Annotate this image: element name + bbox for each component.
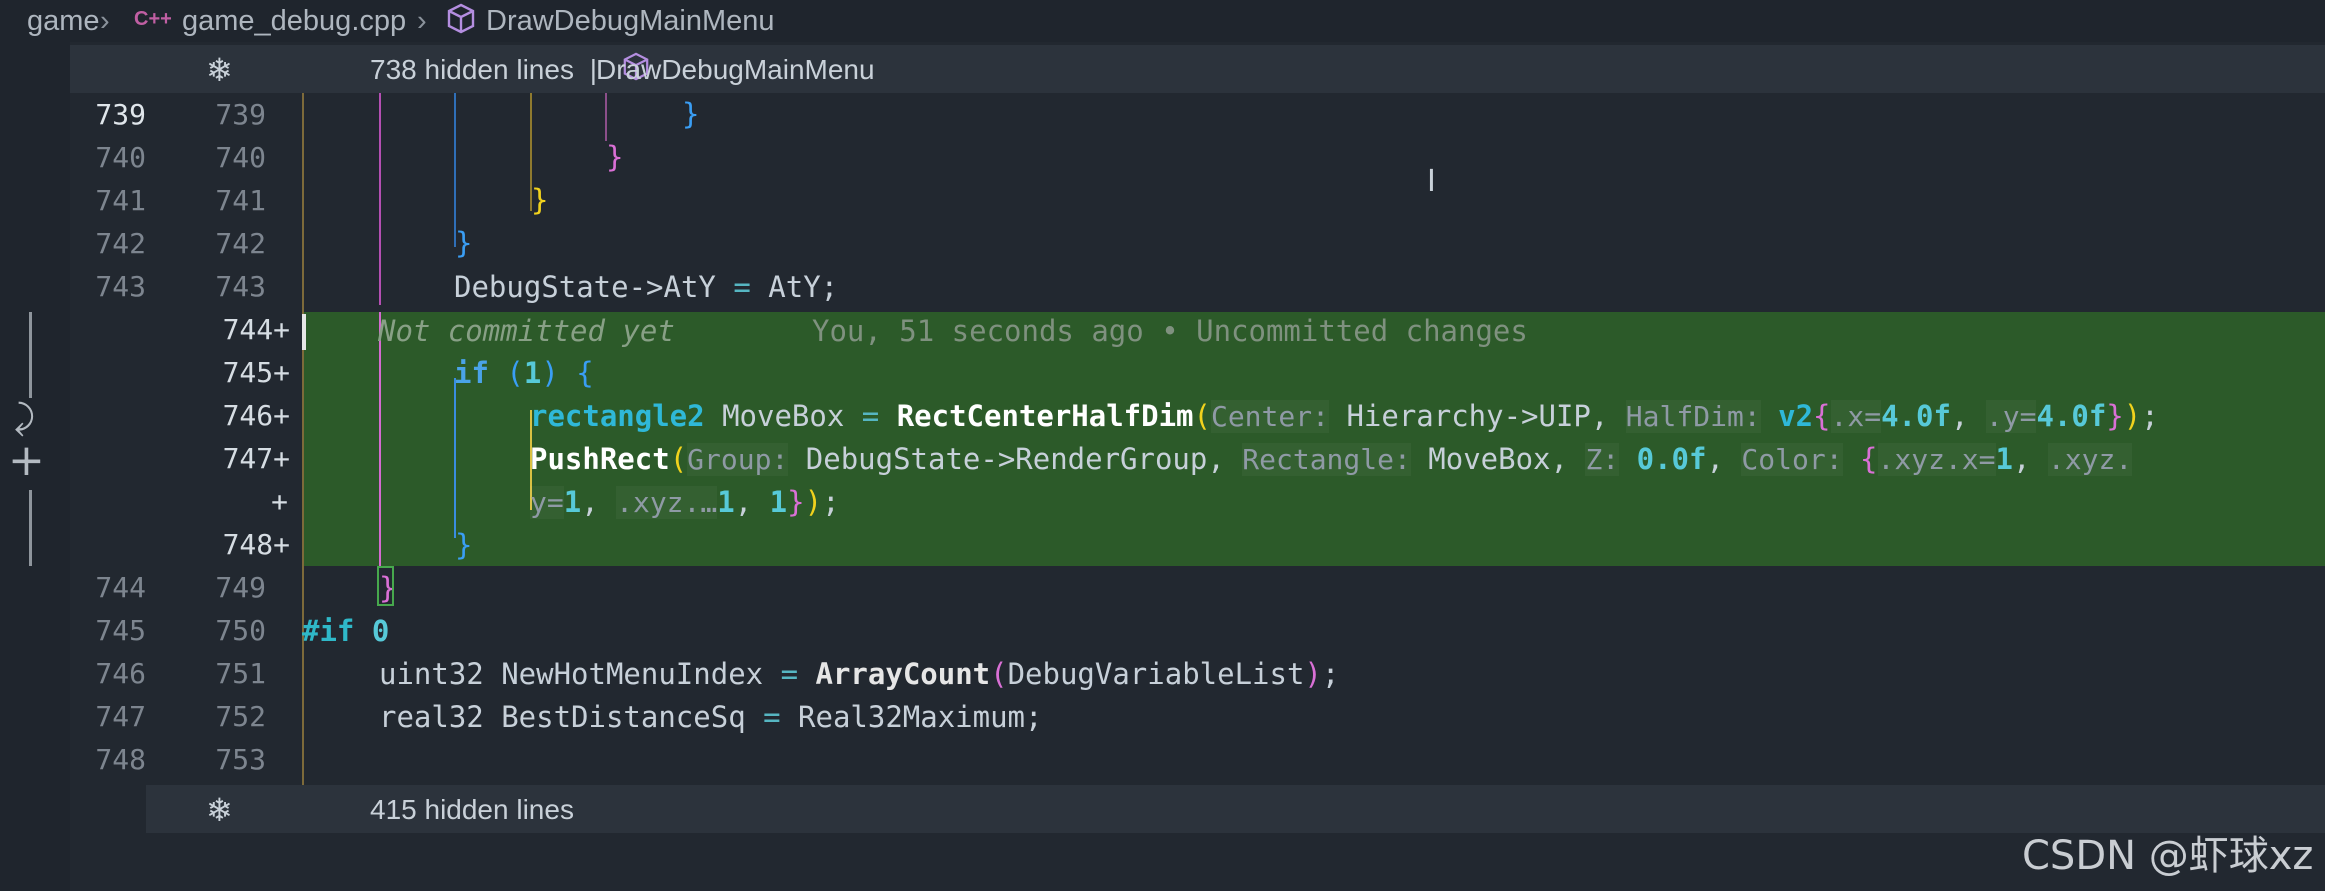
line-number-new: 750 (215, 614, 266, 647)
line-number-new: 743 (215, 270, 266, 303)
hidden-lines-count: 415 hidden lines (370, 794, 574, 825)
indent-guide (454, 93, 456, 247)
line-number-old: 742 (95, 227, 146, 260)
breadcrumb-item-file[interactable]: game_debug.cpp (182, 5, 406, 38)
line-number-old: 741 (95, 184, 146, 217)
indent-guide (454, 378, 456, 538)
current-line-indicator (302, 314, 306, 350)
inlay-hint: y= (530, 486, 564, 519)
indent-guide (605, 93, 607, 141)
line-number-old: 743 (95, 270, 146, 303)
line-number-added: 748+ (222, 528, 290, 561)
chevron-right-icon: › (417, 5, 427, 37)
line-number-wrap: + (271, 485, 288, 518)
watermark: CSDN @虾球xz (2022, 833, 2314, 879)
text-cursor-icon: I (1427, 164, 1436, 199)
line-number-new: 752 (215, 700, 266, 733)
line-number-new: 741 (215, 184, 266, 217)
inlay-hint: .y= (1985, 400, 2037, 433)
breadcrumb: game › C++ game_debug.cpp › DrawDebugMai… (0, 0, 2325, 42)
code-brace: } (682, 97, 700, 131)
method-cube-icon (446, 2, 476, 44)
line-number-new: 753 (215, 743, 266, 776)
uncommitted-changes-highlight (302, 312, 2325, 566)
hidden-lines-count: 738 hidden lines | (370, 54, 598, 85)
code-line-743: DebugState->AtY = AtY; (454, 270, 839, 304)
breadcrumb-item-game[interactable]: game (27, 5, 100, 38)
inlay-hint: .xyz.x= (1877, 443, 1996, 476)
revert-change-icon[interactable]: ⤸ (14, 398, 34, 438)
line-number-added: 746+ (222, 399, 290, 432)
line-number-old: 740 (95, 141, 146, 174)
line-number-new: 739 (215, 98, 266, 131)
code-brace: } (455, 226, 473, 260)
inlay-hint: Center: (1210, 400, 1329, 433)
line-number-old: 747 (95, 700, 146, 733)
code-line-752: real32 BestDistanceSq = Real32Maximum; (379, 700, 1043, 734)
code-line-746: rectangle2 MoveBox = RectCenterHalfDim(C… (530, 399, 2159, 433)
code-line-745: if (1) { (454, 356, 594, 390)
code-brace: } (531, 183, 549, 217)
cpp-file-icon: C++ (134, 8, 172, 30)
unfold-icon[interactable]: ❄ (206, 791, 233, 829)
breadcrumb-item-symbol[interactable]: DrawDebugMainMenu (486, 5, 775, 38)
inlay-hint: HalfDim: (1625, 400, 1761, 433)
line-number-added: 747+ (222, 442, 290, 475)
line-number-old: 746 (95, 657, 146, 690)
inlay-hint: .x= (1830, 400, 1882, 433)
change-marker-line (29, 312, 32, 398)
line-number-old: 739 (95, 98, 146, 131)
inlay-hint: Group: (687, 443, 789, 476)
code-line-747: PushRect(Group: DebugState->RenderGroup,… (530, 442, 2133, 476)
inlay-hint: Rectangle: (1242, 443, 1411, 476)
inlay-hint: .xyz.… (616, 486, 718, 519)
stage-change-plus-icon[interactable]: + (8, 435, 45, 486)
hidden-lines-symbol: DrawDebugMainMenu (596, 54, 875, 85)
line-number-new: 751 (215, 657, 266, 690)
line-number-added: 745+ (222, 356, 290, 389)
line-number-new: 742 (215, 227, 266, 260)
line-number-new: 749 (215, 571, 266, 604)
git-blame-detail[interactable]: You, 51 seconds ago • Uncommitted change… (812, 312, 1528, 350)
indent-guide (379, 312, 381, 566)
chevron-right-icon: › (100, 5, 110, 37)
change-marker-line (29, 490, 32, 566)
inlay-hint: .xyz. (2047, 443, 2133, 476)
git-blame-author: Not committed yet (378, 314, 675, 348)
code-brace: } (606, 140, 624, 174)
line-number-old: 745 (95, 614, 146, 647)
code-line-751: uint32 NewHotMenuIndex = ArrayCount(Debu… (379, 657, 1340, 691)
unfold-icon[interactable]: ❄ (206, 51, 233, 89)
hidden-lines-fold-bottom[interactable]: ❄ 415 hidden lines (146, 785, 2325, 833)
matching-bracket-highlight (377, 566, 394, 606)
inlay-hint: Color: (1741, 443, 1843, 476)
code-brace: } (455, 528, 473, 562)
line-number-new: 740 (215, 141, 266, 174)
indent-guide (302, 93, 304, 785)
indent-guide (379, 93, 381, 305)
hidden-lines-fold-top[interactable]: ❄ 738 hidden lines | DrawDebugMainMenu (70, 45, 2325, 93)
code-line-750: #if 0 (302, 614, 390, 648)
line-number-old: 748 (95, 743, 146, 776)
code-line-747-wrap: y=1, .xyz.…1, 1}); (530, 485, 840, 519)
line-number-added: 744+ (222, 313, 290, 346)
line-number-old: 744 (95, 571, 146, 604)
inlay-hint: Z: (1585, 443, 1620, 476)
